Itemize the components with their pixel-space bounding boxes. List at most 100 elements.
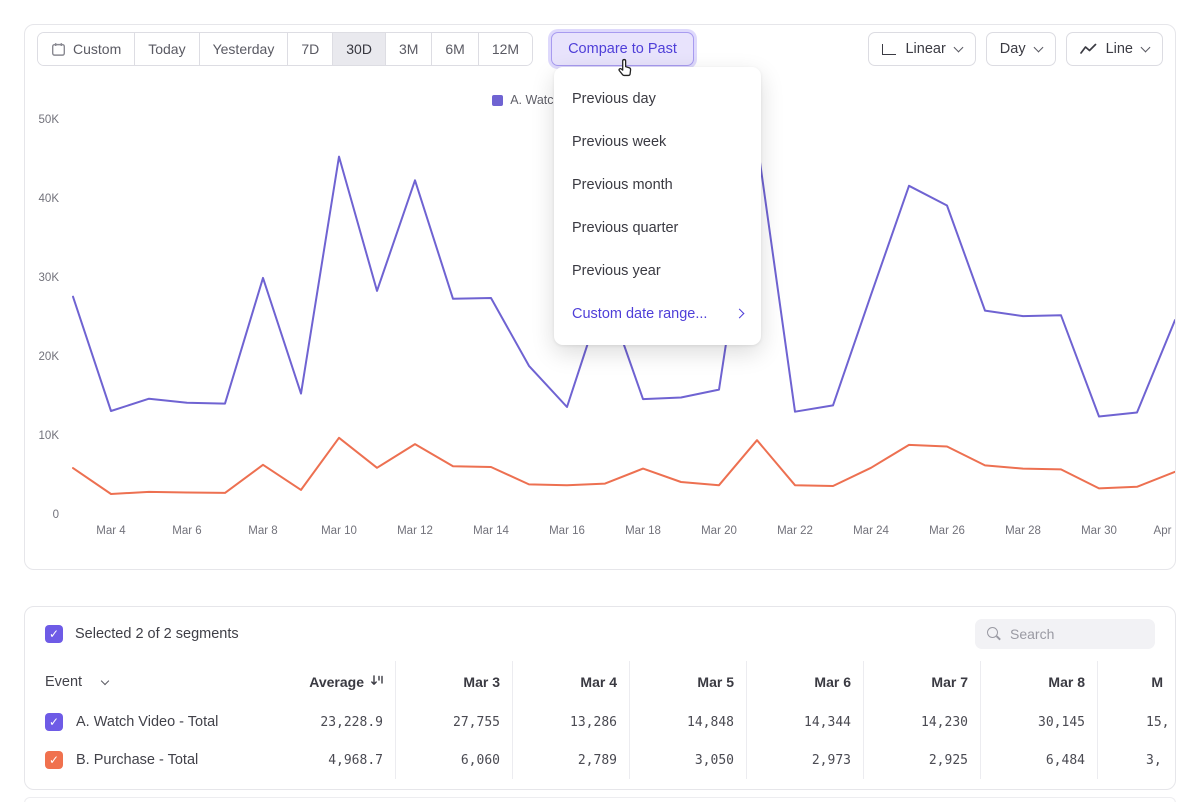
range-button-30d[interactable]: 30D — [333, 33, 386, 65]
range-button-label: 7D — [301, 41, 319, 57]
range-button-yesterday[interactable]: Yesterday — [200, 33, 289, 65]
range-button-custom[interactable]: Custom — [38, 33, 135, 65]
menu-item-previous-year[interactable]: Previous year — [554, 249, 761, 292]
event-name: B. Purchase - Total — [76, 752, 198, 768]
event-name: A. Watch Video - Total — [76, 714, 218, 730]
chart-toolbar: CustomTodayYesterday7D30D3M6M12M Compare… — [37, 32, 1163, 66]
chevron-right-icon — [735, 309, 745, 319]
menu-item-custom-date-range[interactable]: Custom date range... — [554, 292, 761, 335]
next-card-edge — [24, 797, 1176, 802]
x-axis-tick: Apr 1 — [1154, 525, 1176, 537]
x-axis-tick: Mar 24 — [853, 525, 889, 537]
scale-select-button[interactable]: Linear — [868, 32, 975, 66]
x-axis-tick: Mar 8 — [248, 525, 277, 537]
range-button-label: 12M — [492, 41, 519, 57]
date-column-header[interactable]: Mar 7 — [863, 661, 980, 703]
line-chart-icon — [1080, 43, 1097, 55]
date-column-header[interactable]: M — [1097, 661, 1175, 703]
scale-label: Linear — [905, 41, 945, 57]
chart-type-select-button[interactable]: Line — [1066, 32, 1163, 66]
value-cell: 14,344 — [746, 703, 863, 741]
menu-item-label: Previous year — [572, 263, 661, 279]
y-axis-tick: 30K — [25, 272, 59, 284]
chevron-down-icon — [1033, 42, 1043, 52]
average-value: 4,968.7 — [265, 753, 395, 768]
value-cell: 2,973 — [746, 741, 863, 779]
value-cell: 6,484 — [980, 741, 1097, 779]
segments-table-card: Selected 2 of 2 segments EventAverageMar… — [24, 606, 1176, 790]
x-axis-tick: Mar 28 — [1005, 525, 1041, 537]
menu-item-label: Previous month — [572, 177, 673, 193]
menu-item-label: Previous day — [572, 91, 656, 107]
x-axis-tick: Mar 26 — [929, 525, 965, 537]
mouse-cursor-hand-icon — [615, 56, 637, 80]
y-axis-tick: 40K — [25, 193, 59, 205]
menu-item-label: Previous week — [572, 134, 666, 150]
x-axis-tick: Mar 6 — [172, 525, 201, 537]
table-header-bar: Selected 2 of 2 segments — [25, 611, 1175, 657]
chevron-down-icon — [101, 676, 109, 684]
range-button-7d[interactable]: 7D — [288, 33, 333, 65]
search-box — [975, 619, 1155, 649]
menu-item-previous-month[interactable]: Previous month — [554, 163, 761, 206]
x-axis-tick: Mar 22 — [777, 525, 813, 537]
value-cell: 27,755 — [395, 703, 512, 741]
menu-item-label: Previous quarter — [572, 220, 678, 236]
x-axis-tick: Mar 30 — [1081, 525, 1117, 537]
value-cell: 3,050 — [629, 741, 746, 779]
range-button-today[interactable]: Today — [135, 33, 199, 65]
x-axis-tick: Mar 10 — [321, 525, 357, 537]
table-header-row: Event AverageMar 3Mar 4Mar 5Mar 6Mar 7Mar… — [25, 661, 1175, 703]
search-icon — [987, 627, 1001, 641]
select-all-checkbox[interactable] — [45, 625, 63, 643]
x-axis-tick: Mar 18 — [625, 525, 661, 537]
table-row: B. Purchase - Total4,968.76,0602,7893,05… — [25, 741, 1175, 779]
axis-scale-icon — [882, 44, 896, 55]
date-column-header[interactable]: Mar 6 — [746, 661, 863, 703]
event-cell: B. Purchase - Total — [25, 751, 265, 769]
range-button-label: Yesterday — [213, 41, 275, 57]
segments-table: Event AverageMar 3Mar 4Mar 5Mar 6Mar 7Mar… — [25, 661, 1175, 779]
menu-item-previous-week[interactable]: Previous week — [554, 120, 761, 163]
range-button-6m[interactable]: 6M — [432, 33, 478, 65]
date-column-header[interactable]: Mar 3 — [395, 661, 512, 703]
average-value: 23,228.9 — [265, 715, 395, 730]
x-axis-tick: Mar 12 — [397, 525, 433, 537]
date-column-header[interactable]: Mar 8 — [980, 661, 1097, 703]
menu-item-previous-quarter[interactable]: Previous quarter — [554, 206, 761, 249]
date-range-group: Custom Today Yesterday 7D 30D 3M 6M 12M — [37, 32, 533, 66]
range-button-12m[interactable]: 12M — [479, 33, 532, 65]
sort-descending-icon — [370, 674, 383, 690]
row-checkbox[interactable] — [45, 751, 63, 769]
date-column-header[interactable]: Mar 4 — [512, 661, 629, 703]
value-cell: 13,286 — [512, 703, 629, 741]
x-axis-tick: Mar 14 — [473, 525, 509, 537]
menu-item-previous-day[interactable]: Previous day — [554, 77, 761, 120]
range-button-label: 30D — [346, 41, 372, 57]
y-axis-tick: 50K — [25, 114, 59, 126]
row-checkbox[interactable] — [45, 713, 63, 731]
event-header-label: Event — [45, 674, 82, 690]
value-cell: 30,145 — [980, 703, 1097, 741]
y-axis-tick: 20K — [25, 351, 59, 363]
range-button-3m[interactable]: 3M — [386, 33, 432, 65]
date-column-header[interactable]: Mar 5 — [629, 661, 746, 703]
menu-item-label: Custom date range... — [572, 306, 707, 322]
x-axis-tick: Mar 20 — [701, 525, 737, 537]
x-axis-tick: Mar 4 — [96, 525, 125, 537]
range-button-label: Custom — [73, 41, 121, 57]
range-button-label: 3M — [399, 41, 418, 57]
value-cell: 2,925 — [863, 741, 980, 779]
range-button-label: 6M — [445, 41, 464, 57]
interval-select-button[interactable]: Day — [986, 32, 1056, 66]
value-cell: 2,789 — [512, 741, 629, 779]
chart-options-group: Linear Day Line — [868, 32, 1163, 66]
event-column-header[interactable]: Event — [25, 674, 265, 690]
event-cell: A. Watch Video - Total — [25, 713, 265, 731]
search-input[interactable] — [1010, 626, 1143, 642]
average-column-header[interactable]: Average — [265, 674, 395, 690]
chevron-down-icon — [1141, 42, 1151, 52]
value-cell: 3, — [1097, 741, 1175, 779]
value-cell: 14,848 — [629, 703, 746, 741]
y-axis-tick: 0 — [25, 509, 59, 521]
